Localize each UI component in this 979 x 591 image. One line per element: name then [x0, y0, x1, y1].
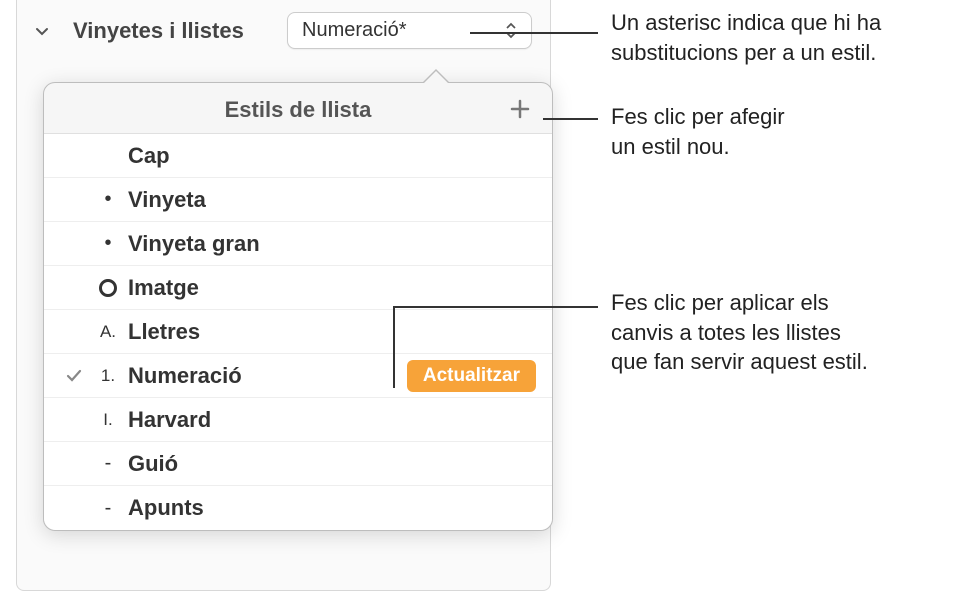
bullet-dash-icon: - [88, 452, 128, 475]
item-label: Apunts [128, 495, 536, 521]
bullet-dot-icon: • [88, 188, 128, 211]
item-label: Harvard [128, 407, 536, 433]
callout-asterisk: Un asterisc indica que hi ha substitucio… [611, 8, 976, 67]
checkmark-icon [60, 367, 88, 385]
update-style-button[interactable]: Actualitzar [407, 360, 536, 392]
item-label: Vinyeta gran [128, 231, 536, 257]
bullet-ring-icon [88, 279, 128, 297]
plus-icon [509, 98, 531, 120]
list-item[interactable]: - Guió [44, 442, 552, 486]
inspector-panel: Vinyetes i llistes Numeració* Estils de … [16, 0, 551, 591]
list-item[interactable]: Imatge [44, 266, 552, 310]
bullet-number-icon: 1. [88, 366, 128, 386]
item-label: Lletres [128, 319, 536, 345]
callout-update: Fes clic per aplicar els canvis a totes … [611, 288, 971, 377]
popover-header: Estils de llista [44, 83, 552, 133]
list-item[interactable]: • Vinyeta gran [44, 222, 552, 266]
list-style-dropdown[interactable]: Numeració* [287, 12, 532, 49]
callout-text: Fes clic per afegir [611, 104, 785, 129]
list-item[interactable]: I. Harvard [44, 398, 552, 442]
callout-text: Fes clic per aplicar els [611, 290, 829, 315]
callout-line [543, 118, 598, 120]
list-item[interactable]: Cap [44, 134, 552, 178]
item-label: Numeració [128, 363, 407, 389]
callout-text: Un asterisc indica que hi ha substitucio… [611, 10, 881, 65]
callout-text: que fan servir aquest estil. [611, 349, 868, 374]
callout-line [393, 306, 395, 388]
bullet-dash-icon: - [88, 497, 128, 520]
callout-add-style: Fes clic per afegir un estil nou. [611, 102, 971, 161]
bullet-dot-icon: • [88, 232, 128, 255]
add-style-button[interactable] [506, 95, 534, 123]
chevron-down-icon[interactable] [35, 24, 49, 38]
bullet-letter-icon: A. [88, 322, 128, 342]
item-label: Imatge [128, 275, 536, 301]
list-item[interactable]: - Apunts [44, 486, 552, 530]
item-label: Cap [128, 143, 536, 169]
style-list: Cap • Vinyeta • Vinyeta gran Imatge A. [44, 133, 552, 530]
section-title: Vinyetes i llistes [73, 18, 263, 44]
bullet-roman-icon: I. [88, 410, 128, 430]
dropdown-arrows-icon [505, 21, 517, 41]
callout-line [393, 306, 598, 308]
callout-text: un estil nou. [611, 134, 730, 159]
list-item[interactable]: A. Lletres [44, 310, 552, 354]
section-header: Vinyetes i llistes Numeració* [17, 0, 550, 67]
callout-line [470, 32, 598, 34]
list-item[interactable]: • Vinyeta [44, 178, 552, 222]
callout-text: canvis a totes les llistes [611, 320, 841, 345]
dropdown-value: Numeració* [302, 19, 406, 42]
item-label: Vinyeta [128, 187, 536, 213]
item-label: Guió [128, 451, 536, 477]
list-item[interactable]: 1. Numeració Actualitzar [44, 354, 552, 398]
popover-title: Estils de llista [225, 97, 372, 122]
